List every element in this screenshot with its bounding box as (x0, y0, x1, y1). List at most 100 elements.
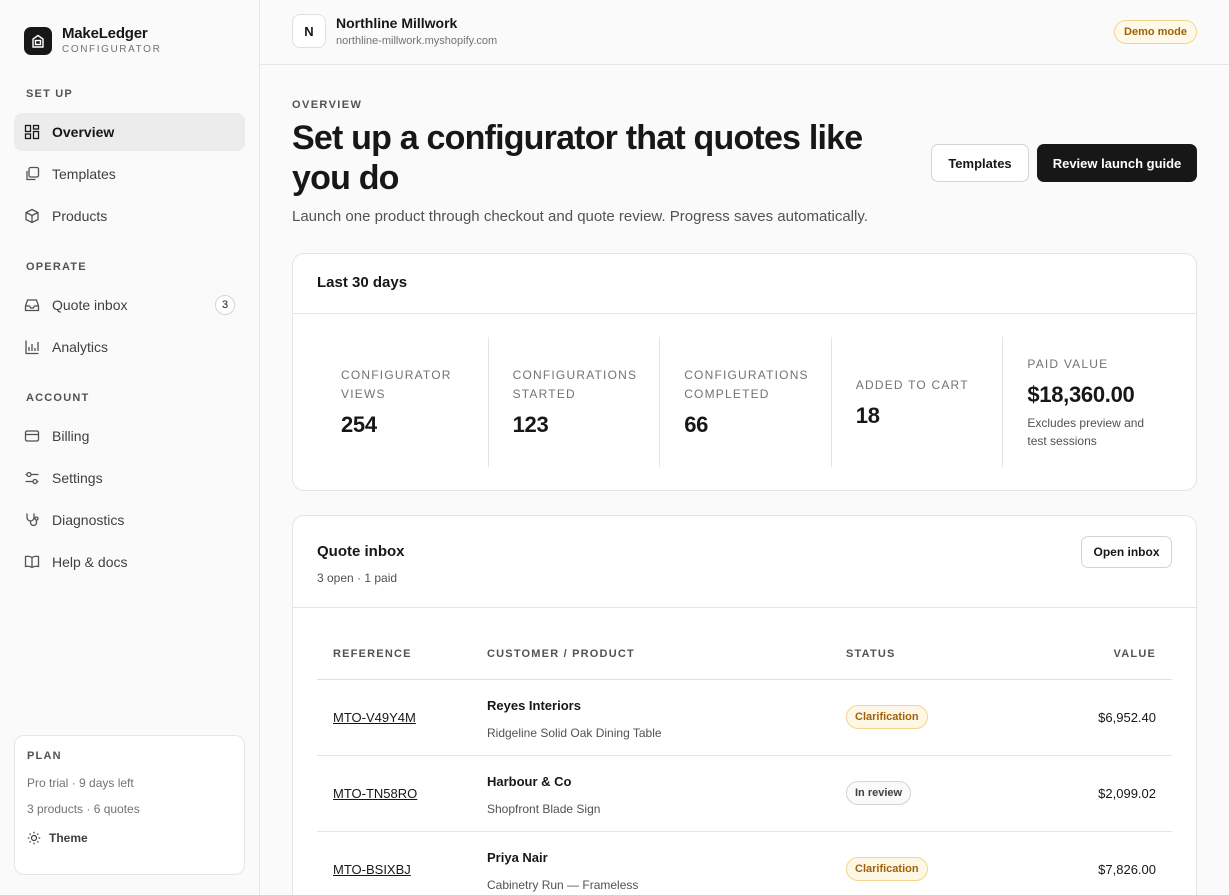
inbox-title: Quote inbox (317, 543, 405, 560)
section-label-account: ACCOUNT (26, 392, 90, 404)
brand-sub: CONFIGURATOR (62, 44, 162, 55)
store-domain: northline-millwork.myshopify.com (336, 35, 498, 47)
stat-label: CONFIGURATIONS STARTED (512, 368, 638, 401)
stat-configurator-views: CONFIGURATOR VIEWS 254 (317, 337, 488, 467)
quote-value: $2,099.02 (1098, 786, 1156, 801)
quote-value: $7,826.00 (1098, 862, 1156, 877)
open-inbox-button[interactable]: Open inbox (1081, 536, 1172, 568)
product-name: Ridgeline Solid Oak Dining Table (487, 726, 662, 740)
quote-value: $6,952.40 (1098, 710, 1156, 725)
sidebar-item-diagnostics[interactable]: Diagnostics (14, 501, 245, 539)
store-name: Northline Millwork (336, 15, 458, 31)
brand-name: MakeLedger (62, 25, 148, 42)
status-badge: Clarification (846, 705, 928, 729)
quote-inbox-card: Quote inbox 3 open · 1 paid Open inbox R… (292, 515, 1197, 895)
overview-icon (24, 124, 40, 140)
status-badge: Clarification (846, 857, 928, 881)
customer-name: Priya Nair (487, 850, 548, 865)
sidebar-item-overview[interactable]: Overview (14, 113, 245, 151)
sidebar-item-label: Quote inbox (52, 297, 128, 313)
store-avatar[interactable]: N (292, 14, 326, 48)
page-title: Set up a configurator that quotes like y… (292, 119, 863, 197)
sidebar-item-analytics[interactable]: Analytics (14, 328, 245, 366)
diagnostics-icon (24, 512, 40, 528)
quote-reference-link[interactable]: MTO-TN58RO (333, 786, 417, 801)
brand-logo-icon (24, 27, 52, 55)
section-label-operate: OPERATE (26, 261, 87, 273)
plan-card: PLAN Pro trial · 9 days left 3 products … (14, 735, 245, 875)
stat-label: ADDED TO CART (855, 377, 969, 392)
review-launch-guide-button[interactable]: Review launch guide (1037, 144, 1197, 182)
brand[interactable]: MakeLedger CONFIGURATOR (24, 26, 161, 56)
product-name: Shopfront Blade Sign (487, 802, 601, 816)
quote-reference-link[interactable]: MTO-V49Y4M (333, 710, 416, 725)
column-customer: CUSTOMER / PRODUCT (487, 648, 635, 660)
sidebar-item-label: Analytics (52, 339, 109, 355)
status-badge: In review (846, 781, 912, 805)
plan-title: PLAN (27, 750, 62, 762)
customer-name: Harbour & Co (487, 774, 572, 789)
column-reference: REFERENCE (333, 648, 412, 660)
customer-name: Reyes Interiors (487, 698, 581, 713)
sidebar-item-label: Settings (52, 470, 103, 486)
quote-table: REFERENCE CUSTOMER / PRODUCT STATUS VALU… (317, 632, 1172, 895)
sidebar-item-products[interactable]: Products (14, 197, 245, 235)
column-value: VALUE (1113, 648, 1156, 660)
templates-icon (24, 166, 40, 182)
stat-note: Excludes preview and test sessions (1027, 415, 1145, 448)
plan-trial: Pro trial · 9 days left (27, 776, 134, 790)
product-name: Cabinetry Run — Frameless (487, 878, 639, 892)
templates-button[interactable]: Templates (931, 144, 1029, 182)
stat-label: CONFIGURATOR VIEWS (341, 368, 452, 401)
products-icon (24, 208, 40, 224)
table-row[interactable]: MTO-V49Y4M Reyes Interiors Ridgeline Sol… (317, 680, 1172, 756)
table-header: REFERENCE CUSTOMER / PRODUCT STATUS VALU… (317, 632, 1172, 680)
settings-icon (24, 470, 40, 486)
table-row[interactable]: MTO-BSIXBJ Priya Nair Cabinetry Run — Fr… (317, 832, 1172, 895)
stat-added-to-cart: ADDED TO CART 18 (830, 337, 1003, 467)
theme-toggle[interactable]: Theme (27, 831, 232, 845)
sidebar-item-templates[interactable]: Templates (14, 155, 245, 193)
sidebar-item-billing[interactable]: Billing (14, 417, 245, 455)
billing-icon (24, 428, 40, 444)
sun-icon (27, 831, 41, 845)
sidebar-item-label: Products (52, 208, 108, 224)
stat-value: $18,360.00 (1027, 381, 1135, 407)
stats-row: CONFIGURATOR VIEWS 254 CONFIGURATIONS ST… (317, 337, 1174, 467)
sidebar: MakeLedger CONFIGURATOR SET UP Overview … (0, 0, 260, 895)
topbar: N Northline Millwork northline-millwork.… (260, 0, 1229, 65)
stat-configurations-completed: CONFIGURATIONS COMPLETED 66 (659, 337, 831, 467)
plan-usage: 3 products · 6 quotes (27, 802, 140, 816)
sidebar-item-quote-inbox[interactable]: Quote inbox 3 (14, 286, 245, 324)
sidebar-item-label: Overview (52, 124, 115, 140)
stats-card: Last 30 days CONFIGURATOR VIEWS 254 CONF… (292, 253, 1197, 491)
theme-label: Theme (49, 831, 88, 845)
analytics-icon (24, 339, 40, 355)
sidebar-item-settings[interactable]: Settings (14, 459, 245, 497)
stat-paid-value: PAID VALUE $18,360.00 Excludes preview a… (1002, 337, 1174, 467)
stat-value: 66 (684, 412, 709, 437)
stat-value: 18 (855, 402, 880, 428)
stats-card-title: Last 30 days (293, 254, 1196, 314)
inbox-header: Quote inbox 3 open · 1 paid Open inbox (293, 516, 1196, 608)
sidebar-item-label: Help & docs (52, 554, 128, 570)
section-label-setup: SET UP (26, 88, 73, 100)
table-row[interactable]: MTO-TN58RO Harbour & Co Shopfront Blade … (317, 756, 1172, 832)
sidebar-item-help[interactable]: Help & docs (14, 543, 245, 581)
inbox-count-badge: 3 (215, 295, 235, 315)
inbox-icon (24, 297, 40, 313)
help-icon (24, 554, 40, 570)
stat-label: PAID VALUE (1027, 356, 1109, 371)
stat-value: 254 (341, 412, 377, 437)
column-status: STATUS (846, 648, 896, 660)
page-eyebrow: OVERVIEW (292, 99, 363, 111)
inbox-subtitle: 3 open · 1 paid (317, 571, 398, 585)
sidebar-item-label: Diagnostics (52, 512, 125, 528)
page-subtitle: Launch one product through checkout and … (292, 208, 868, 225)
sidebar-item-label: Templates (52, 166, 116, 182)
stat-value: 123 (512, 412, 549, 437)
quote-reference-link[interactable]: MTO-BSIXBJ (333, 862, 411, 877)
demo-mode-badge: Demo mode (1114, 20, 1197, 44)
sidebar-item-label: Billing (52, 428, 90, 444)
stat-label: CONFIGURATIONS COMPLETED (684, 368, 809, 401)
